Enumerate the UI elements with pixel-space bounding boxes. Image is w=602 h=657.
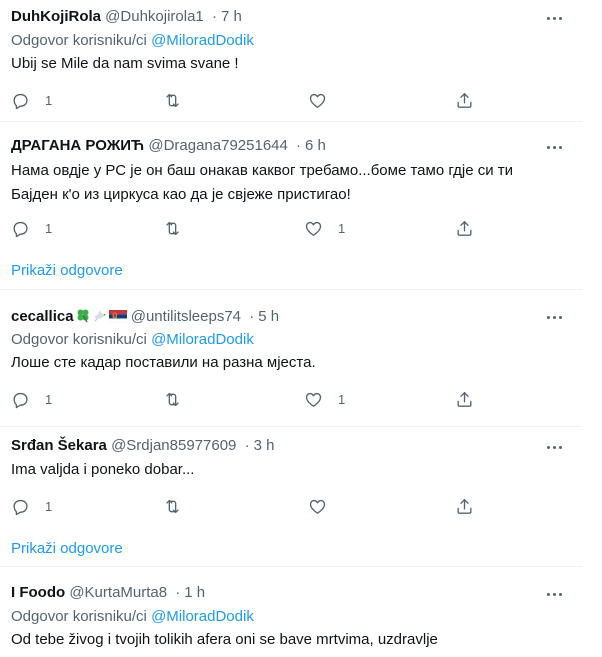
separator-dot: · <box>175 584 181 601</box>
retweet-button[interactable] <box>163 216 182 240</box>
reply-icon <box>13 221 28 237</box>
reply-icon <box>13 93 28 109</box>
more-options-icon[interactable] <box>544 137 564 157</box>
user-handle[interactable]: @Srdjan85977609 <box>111 437 236 454</box>
tweet-actions: 1 1 <box>0 216 602 240</box>
user-handle[interactable]: @Duhkojirola1 <box>105 8 204 25</box>
more-options-icon[interactable] <box>544 437 564 457</box>
share-button[interactable] <box>455 387 474 411</box>
reply-context: Odgovor korisniku/ci @MiloradDodik <box>11 32 254 50</box>
show-replies-link[interactable]: Prikaži odgovore <box>11 262 123 280</box>
tweet-actions: 1 1 <box>0 387 602 411</box>
display-name[interactable]: Srđan Šekara <box>11 437 107 454</box>
tweet[interactable]: I Foodo @KurtaMurta8 · 1 h Odgovor korisn… <box>0 567 602 657</box>
display-name[interactable]: DuhKojiRola <box>11 8 101 25</box>
like-count: 1 <box>338 220 346 236</box>
share-icon <box>457 220 472 236</box>
timestamp[interactable]: 1 h <box>184 584 205 601</box>
like-icon <box>309 93 326 108</box>
reply-button[interactable]: 1 <box>11 387 52 411</box>
timestamp[interactable]: 7 h <box>221 8 242 25</box>
tweet-text: Ima valjda i poneko dobar... <box>11 461 195 478</box>
retweet-button[interactable] <box>163 494 182 518</box>
share-icon <box>457 498 472 514</box>
timestamp[interactable]: 6 h <box>305 137 326 154</box>
mention-link[interactable]: @MiloradDodik <box>151 32 254 49</box>
more-options-icon[interactable] <box>544 8 564 28</box>
reply-button[interactable]: 1 <box>11 216 52 240</box>
retweet-icon <box>166 221 179 235</box>
like-button[interactable]: 1 <box>304 387 345 411</box>
reply-context: Odgovor korisniku/ci @MiloradDodik <box>11 331 254 349</box>
share-button[interactable] <box>455 216 474 240</box>
mention-link[interactable]: @MiloradDodik <box>151 331 254 348</box>
share-button[interactable] <box>455 88 474 112</box>
timestamp[interactable]: 5 h <box>258 308 279 325</box>
separator-dot: · <box>244 437 250 454</box>
mention-link[interactable]: @MiloradDodik <box>151 608 254 625</box>
reply-prefix: Odgovor korisniku/ci <box>11 608 147 625</box>
tweet-text: Нама овдје у РС је он баш онакав каквог … <box>11 159 581 207</box>
user-handle[interactable]: @Dragana79251644 <box>148 137 288 154</box>
serbian-flag-icon <box>108 310 127 328</box>
more-options-icon[interactable] <box>544 307 564 327</box>
share-icon <box>457 92 472 108</box>
separator-dot: · <box>296 137 302 154</box>
tweet-header: I Foodo @KurtaMurta8 · 1 h <box>11 584 205 602</box>
more-options-icon[interactable] <box>544 584 564 604</box>
tweet[interactable]: ДРАГАНА РОЖИЋ @Dragana79251644 · 6 h Нама… <box>0 122 602 290</box>
reply-prefix: Odgovor korisniku/ci <box>11 32 147 49</box>
like-button[interactable] <box>308 494 327 518</box>
retweet-button[interactable] <box>163 387 182 411</box>
tweet-actions: 1 <box>0 88 602 112</box>
tweet[interactable]: cecallica @untilitsleeps74 · 5 h Odgovor … <box>0 290 602 427</box>
reply-prefix: Odgovor korisniku/ci <box>11 331 147 348</box>
tweet-header: Srđan Šekara @Srdjan85977609 · 3 h <box>11 437 274 455</box>
reply-button[interactable]: 1 <box>11 88 52 112</box>
tweet[interactable]: Srđan Šekara @Srdjan85977609 · 3 h Ima va… <box>0 427 602 567</box>
tweet-text: Лоше сте кадар поставили на разна мјеста… <box>11 354 316 371</box>
like-count: 1 <box>338 391 346 407</box>
reply-count: 1 <box>45 92 53 108</box>
reply-context: Odgovor korisniku/ci @MiloradDodik <box>11 608 254 626</box>
like-icon <box>309 499 326 514</box>
tweet-header: DuhKojiRola @Duhkojirola1 · 7 h <box>11 8 242 26</box>
separator-dot: · <box>211 8 217 25</box>
tweet-header: ДРАГАНА РОЖИЋ @Dragana79251644 · 6 h <box>11 137 326 155</box>
reply-count: 1 <box>45 391 53 407</box>
display-name[interactable]: I Foodo <box>11 584 65 601</box>
dove-icon <box>92 307 108 328</box>
like-icon <box>305 392 322 407</box>
user-handle[interactable]: @KurtaMurta8 <box>69 584 167 601</box>
show-replies-link[interactable]: Prikaži odgovore <box>11 540 123 558</box>
reply-count: 1 <box>45 220 53 236</box>
retweet-icon <box>166 93 179 107</box>
retweet-icon <box>166 499 179 513</box>
like-button[interactable] <box>308 88 327 112</box>
reply-icon <box>13 392 28 408</box>
reply-button[interactable]: 1 <box>11 494 52 518</box>
share-icon <box>457 391 472 407</box>
retweet-icon <box>166 392 179 406</box>
like-button[interactable]: 1 <box>304 216 345 240</box>
like-icon <box>305 221 322 236</box>
share-button[interactable] <box>455 494 474 518</box>
tweet-text-line: Бајден к'о из циркуса као да је свјеже п… <box>11 186 351 203</box>
retweet-button[interactable] <box>163 88 182 112</box>
tweet-header: cecallica @untilitsleeps74 · 5 h <box>11 307 279 328</box>
tweet-actions: 1 <box>0 494 602 518</box>
tweet-text: Od tebe živog i tvojih tolikih afera oni… <box>11 631 438 648</box>
separator-dot: · <box>249 308 255 325</box>
display-name[interactable]: ДРАГАНА РОЖИЋ <box>11 137 144 154</box>
tweet[interactable]: DuhKojiRola @Duhkojirola1 · 7 h Odgovor k… <box>0 0 602 122</box>
tweet-text-line: Нама овдје у РС је он баш онакав каквог … <box>11 162 514 179</box>
display-name[interactable]: cecallica <box>11 308 74 325</box>
four-leaf-clover-icon <box>75 307 91 328</box>
tweet-text: Ubij se Mile da nam svima svane ! <box>11 55 239 72</box>
reply-count: 1 <box>45 498 53 514</box>
timestamp[interactable]: 3 h <box>254 437 275 454</box>
user-handle[interactable]: @untilitsleeps74 <box>131 308 241 325</box>
reply-icon <box>13 499 28 515</box>
